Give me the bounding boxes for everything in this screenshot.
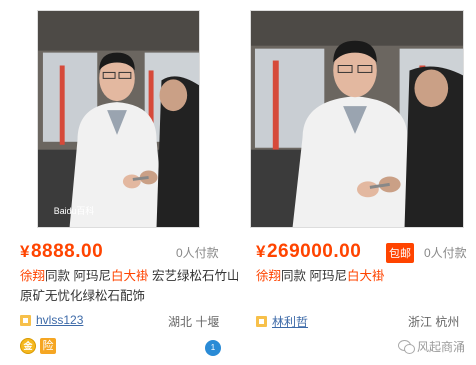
- wangwang-chat-icon[interactable]: 1: [205, 340, 221, 356]
- svg-text:Baidu百科: Baidu百科: [54, 205, 95, 216]
- seller[interactable]: hvlss123: [20, 313, 83, 327]
- shop-icon: [256, 316, 267, 327]
- seller-name-link[interactable]: 林利哲: [272, 313, 308, 330]
- price: ¥269000.00: [256, 241, 362, 262]
- product-photo[interactable]: Baidu百科: [37, 10, 200, 228]
- product-card-1[interactable]: Baidu百科 ¥8888.00 0人付款 徐翔同款 阿玛尼白大褂 宏艺绿松石竹…: [0, 0, 240, 365]
- product-card-2[interactable]: ¥269000.00 包邮 0人付款 徐翔同款 阿玛尼白大褂 林利哲 浙江 杭州: [238, 0, 476, 365]
- wechat-icon: [398, 340, 415, 354]
- photo-illustration: Baidu百科: [38, 11, 199, 227]
- seller-location: 湖北 十堰: [168, 315, 220, 329]
- product-title-link[interactable]: 徐翔同款 阿玛尼白大褂: [256, 266, 476, 286]
- guarantee-icon[interactable]: 险: [40, 338, 56, 354]
- wechat-watermark: 风起商涌: [398, 338, 465, 355]
- product-title-link[interactable]: 徐翔同款 阿玛尼白大褂 宏艺绿松石竹山原矿无忧化绿松石配饰: [20, 266, 240, 306]
- seller-name-link[interactable]: hvlss123: [36, 313, 83, 327]
- seller-location: 浙江 杭州: [408, 315, 460, 329]
- product-photo[interactable]: [250, 10, 464, 228]
- seller[interactable]: 林利哲: [256, 313, 308, 330]
- coin-icon[interactable]: 金: [20, 338, 36, 354]
- price: ¥8888.00: [20, 241, 104, 262]
- shop-icon: [20, 314, 31, 326]
- buyers-count: 0人付款: [424, 246, 467, 260]
- watermark-text: 风起商涌: [417, 340, 466, 354]
- service-icons: 金 险: [20, 338, 56, 354]
- photo-illustration: [251, 11, 463, 227]
- free-shipping-badge: 包邮: [386, 243, 414, 263]
- buyers-count: 0人付款: [176, 246, 219, 260]
